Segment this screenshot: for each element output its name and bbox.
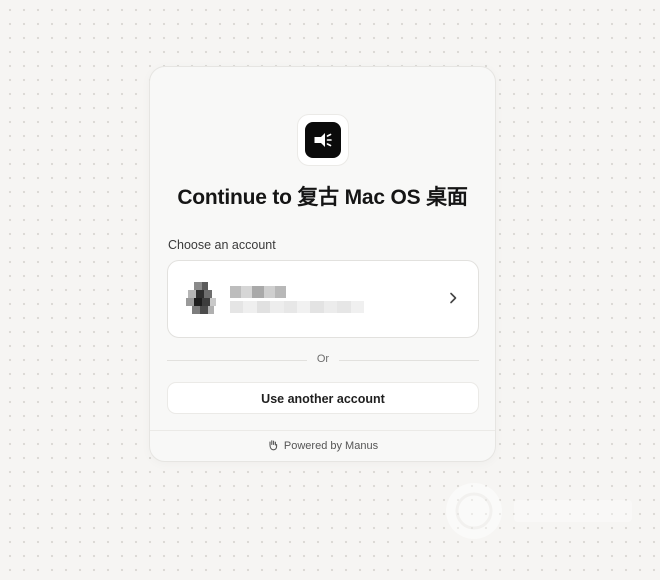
speaker-announcement-icon xyxy=(305,122,341,158)
account-email-redacted xyxy=(230,301,365,313)
powered-by-footer: Powered by Manus xyxy=(150,430,495,461)
sign-in-card: Continue to 复古 Mac OS 桌面 Choose an accou… xyxy=(149,66,496,462)
avatar xyxy=(182,278,222,318)
manus-hand-icon xyxy=(267,439,279,454)
choose-account-label: Choose an account xyxy=(168,238,276,252)
account-name-redacted xyxy=(230,286,287,298)
powered-by-text: Powered by Manus xyxy=(283,440,379,452)
use-another-account-button[interactable]: Use another account xyxy=(167,382,479,414)
watermark-logo xyxy=(440,476,640,546)
account-list-item[interactable] xyxy=(167,260,479,338)
divider-line-right xyxy=(339,360,479,361)
or-divider: Or xyxy=(167,353,479,367)
app-icon-frame xyxy=(297,114,349,166)
page-title: Continue to 复古 Mac OS 桌面 xyxy=(177,186,468,209)
divider-label: Or xyxy=(316,353,330,365)
chevron-right-icon xyxy=(446,291,460,305)
